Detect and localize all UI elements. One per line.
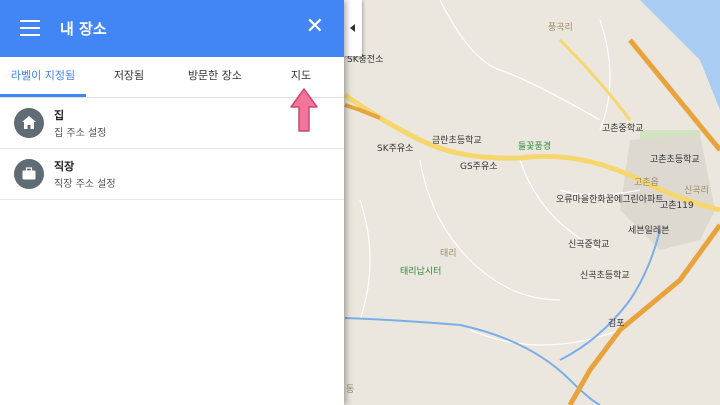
- page-title: 내 장소: [60, 20, 107, 38]
- map-label: 고촌119: [660, 200, 694, 211]
- map-label: 신곡초등학교: [580, 270, 630, 281]
- place-subtitle: 직장 주소 설정: [54, 179, 116, 190]
- my-places-panel: 내 장소 ✕ 라벨이 지정됨 저장됨 방문한 장소 지도 집 집 주소 설정 직…: [0, 0, 344, 405]
- menu-icon[interactable]: [20, 20, 40, 36]
- map-label: 태리납시터: [400, 266, 441, 277]
- tab-labeled[interactable]: 라벨이 지정됨: [0, 57, 86, 97]
- map-label: GS주유소: [460, 161, 498, 172]
- tab-visited[interactable]: 방문한 장소: [172, 57, 258, 97]
- map-label: 태리: [440, 248, 457, 259]
- collapse-panel-button[interactable]: [344, 0, 362, 56]
- home-icon: [14, 108, 44, 138]
- map-label: SK주유소: [377, 143, 413, 154]
- briefcase-icon: [14, 159, 44, 189]
- map-label: 풍곡리: [548, 22, 573, 33]
- list-item-work[interactable]: 직장 직장 주소 설정: [0, 149, 344, 200]
- place-name: 직장: [54, 160, 75, 173]
- place-name: 집: [54, 109, 65, 122]
- tab-saved[interactable]: 저장됨: [86, 57, 172, 97]
- map-label: 동: [346, 384, 354, 395]
- map-label: 들꽃풍경: [518, 140, 551, 152]
- place-subtitle: 집 주소 설정: [54, 128, 107, 139]
- arrow-up-icon: [290, 88, 318, 132]
- map-label: 고촌초등학교: [650, 154, 700, 165]
- map-label: 신곡리: [684, 185, 709, 196]
- chevron-left-icon: [350, 24, 355, 32]
- panel-header: 내 장소 ✕: [0, 0, 344, 57]
- map-label: 고촌읍: [634, 177, 659, 188]
- map-label: 고촌중학교: [602, 123, 643, 134]
- map-label: 김포: [608, 317, 625, 329]
- map-label: 오류마을한화꿈에그린아파트: [556, 194, 664, 205]
- map-label: 세븐일레븐: [628, 225, 669, 236]
- close-icon[interactable]: ✕: [306, 14, 324, 40]
- map-label: 금란초등학교: [432, 134, 482, 146]
- map-label: 신곡중학교: [568, 239, 609, 250]
